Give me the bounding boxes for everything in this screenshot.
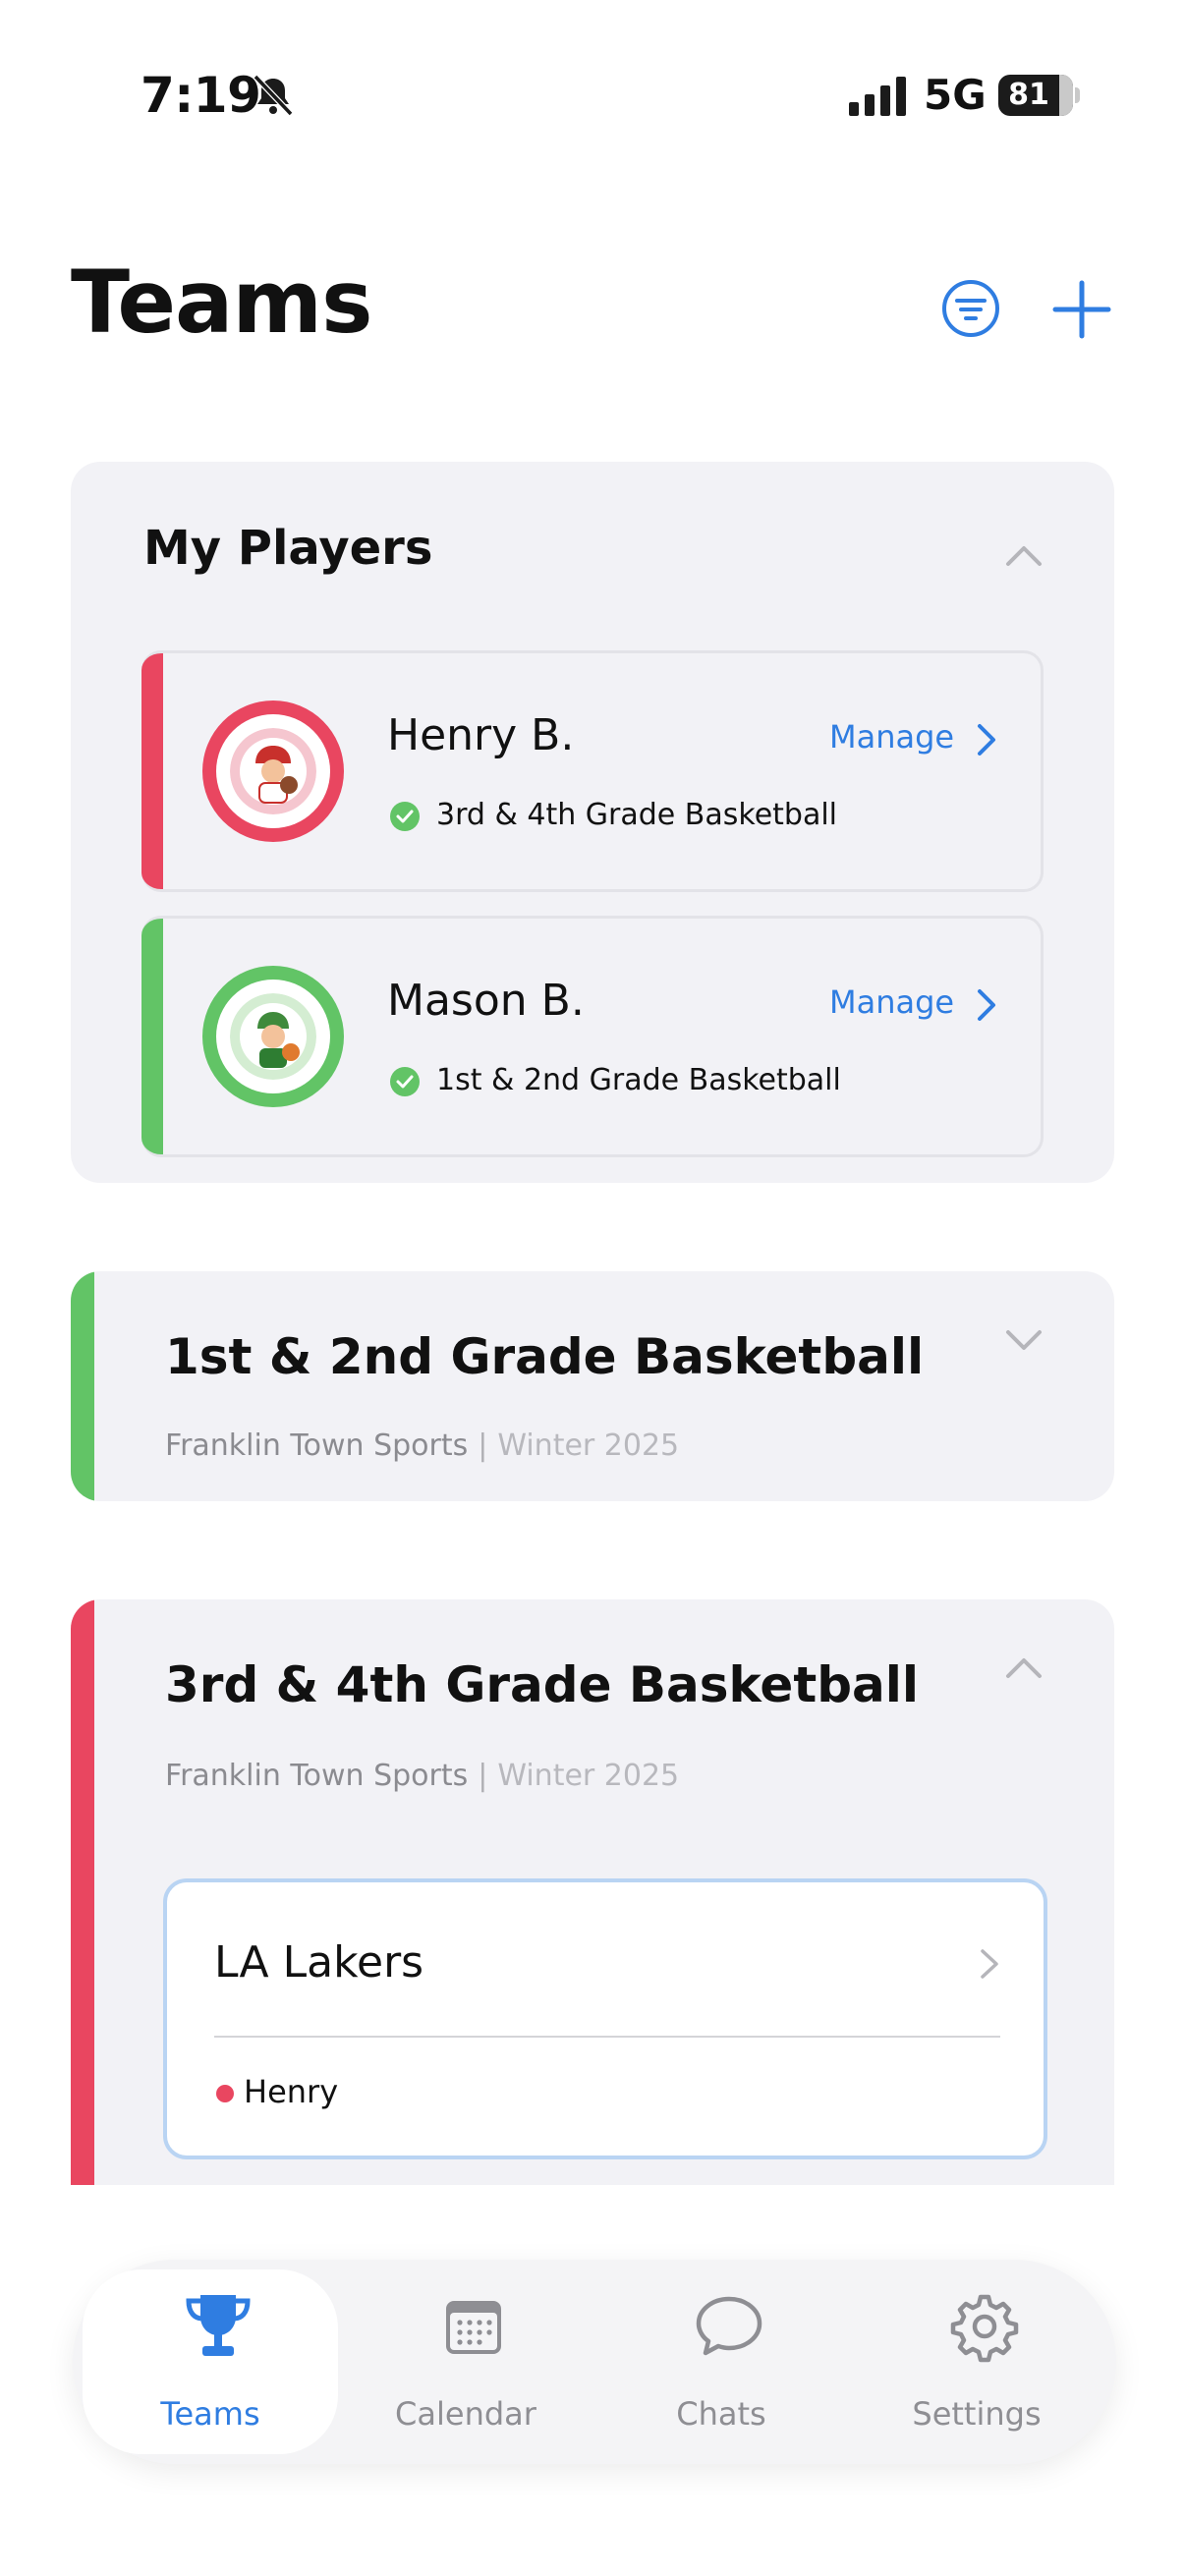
tab-label: Teams xyxy=(160,2395,260,2433)
network-type: 5G xyxy=(924,71,987,119)
avatar xyxy=(202,700,344,842)
manage-link[interactable]: Manage xyxy=(829,983,954,1021)
division-meta: Franklin Town Sports | Winter 2025 xyxy=(165,1428,680,1463)
tab-label: Calendar xyxy=(395,2395,536,2433)
division-card-3rd-4th[interactable]: 3rd & 4th Grade Basketball Franklin Town… xyxy=(71,1599,1114,2185)
status-time: 7:19 xyxy=(141,67,261,124)
division-color-stripe xyxy=(71,1271,94,1501)
gear-icon xyxy=(950,2294,1019,2363)
my-players-card: My Players Henry B. Manage 3rd & 4th Gra… xyxy=(71,462,1114,1183)
team-card-la-lakers[interactable]: LA Lakers Henry xyxy=(163,1878,1047,2159)
add-icon[interactable] xyxy=(1051,279,1112,340)
player-team: 1st & 2nd Grade Basketball xyxy=(436,1063,841,1097)
player-team: 3rd & 4th Grade Basketball xyxy=(436,798,838,832)
chevron-up-icon[interactable] xyxy=(1004,542,1044,568)
division-meta: Franklin Town Sports | Winter 2025 xyxy=(165,1759,680,1793)
division-color-stripe xyxy=(71,1599,94,2185)
silent-bell-icon xyxy=(253,74,294,117)
player-name: Mason B. xyxy=(387,976,585,1026)
status-bar: 7:19 5G 81 xyxy=(0,0,1185,187)
chevron-down-icon[interactable] xyxy=(1004,1328,1044,1354)
manage-link[interactable]: Manage xyxy=(829,718,954,756)
player-color-stripe xyxy=(141,653,163,889)
my-players-title: My Players xyxy=(143,521,433,576)
tab-chats[interactable]: Chats xyxy=(593,2269,849,2454)
filter-icon[interactable] xyxy=(941,279,1000,338)
division-season: Winter 2025 xyxy=(497,1759,680,1793)
division-card-1st-2nd[interactable]: 1st & 2nd Grade Basketball Franklin Town… xyxy=(71,1271,1114,1501)
division-title: 1st & 2nd Grade Basketball xyxy=(165,1328,925,1385)
team-name: LA Lakers xyxy=(214,1937,424,1988)
player-avatar-illustration xyxy=(230,993,316,1080)
tab-label: Chats xyxy=(676,2395,766,2433)
battery-level: 81 xyxy=(1008,78,1049,112)
player-card-henry[interactable]: Henry B. Manage 3rd & 4th Grade Basketba… xyxy=(141,650,1044,892)
check-circle-icon xyxy=(390,802,420,831)
tab-settings[interactable]: Settings xyxy=(849,2269,1104,2454)
division-org: Franklin Town Sports xyxy=(165,1759,469,1793)
player-avatar-illustration xyxy=(230,728,316,814)
division-title: 3rd & 4th Grade Basketball xyxy=(165,1656,920,1713)
member-color-dot xyxy=(216,2085,234,2102)
chat-bubble-icon xyxy=(696,2296,762,2356)
chevron-right-icon[interactable] xyxy=(975,987,998,1023)
division-season: Winter 2025 xyxy=(497,1428,680,1463)
player-card-mason[interactable]: Mason B. Manage 1st & 2nd Grade Basketba… xyxy=(141,916,1044,1157)
tab-calendar[interactable]: Calendar xyxy=(338,2269,593,2454)
calendar-icon xyxy=(446,2301,501,2354)
chevron-right-icon[interactable] xyxy=(975,722,998,757)
player-name: Henry B. xyxy=(387,710,575,760)
trophy-icon xyxy=(186,2295,251,2356)
tab-label: Settings xyxy=(912,2395,1042,2433)
tab-teams[interactable]: Teams xyxy=(83,2269,338,2454)
battery-icon: 81 xyxy=(998,75,1080,116)
division-org: Franklin Town Sports xyxy=(165,1428,469,1463)
member-name: Henry xyxy=(244,2073,339,2110)
page-title: Teams xyxy=(71,252,372,353)
check-circle-icon xyxy=(390,1067,420,1096)
divider xyxy=(214,2036,1000,2038)
player-color-stripe xyxy=(141,919,163,1154)
chevron-right-icon[interactable] xyxy=(979,1947,1000,1981)
chevron-up-icon[interactable] xyxy=(1004,1654,1044,1680)
avatar xyxy=(202,966,344,1107)
signal-icon xyxy=(849,77,906,116)
tab-bar: Teams Calendar Chats Settings xyxy=(73,2260,1116,2464)
